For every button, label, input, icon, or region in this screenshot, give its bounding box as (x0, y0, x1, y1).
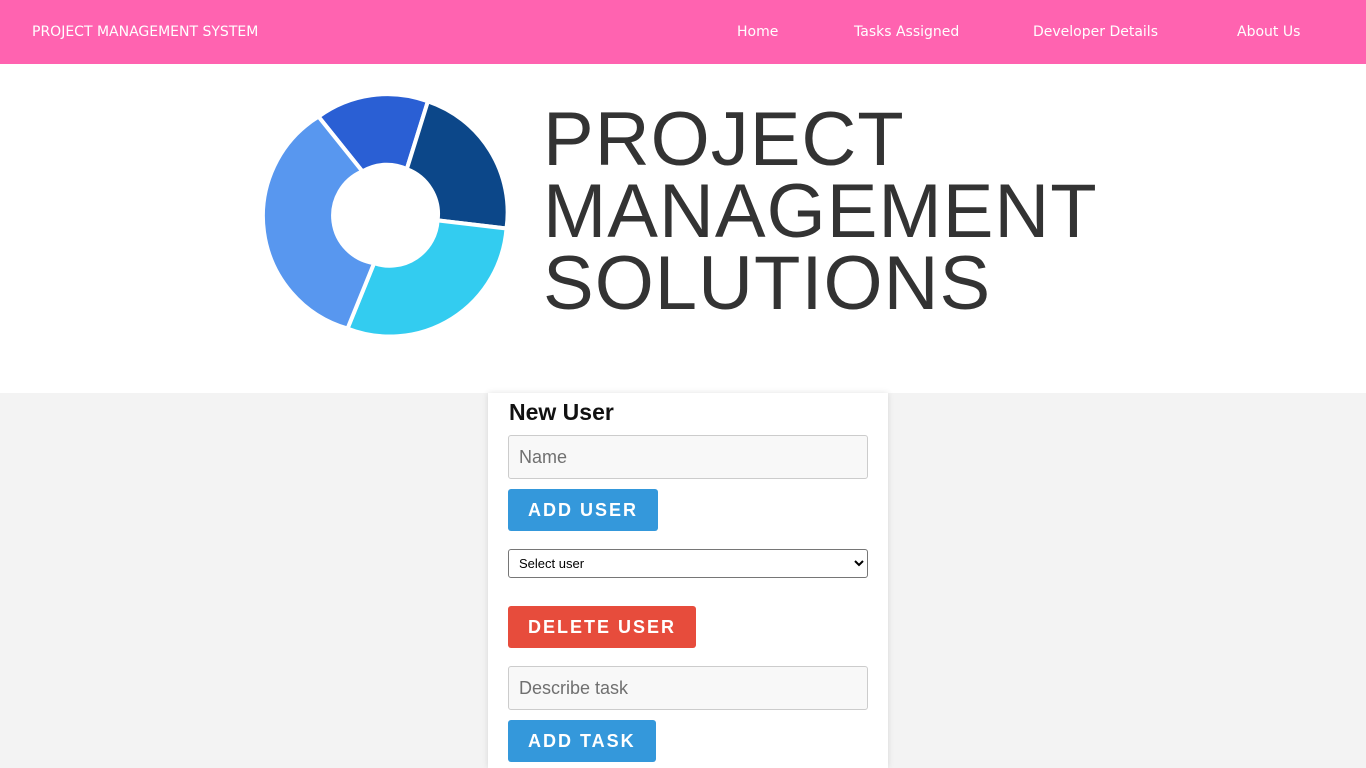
task-description-input[interactable] (508, 666, 868, 710)
top-navbar: PROJECT MANAGEMENT SYSTEM Home Tasks Ass… (0, 0, 1366, 64)
logo-segment-right (404, 98, 510, 231)
logo-segment-bottom (344, 218, 509, 338)
nav-link-about-us[interactable]: About Us (1237, 24, 1300, 40)
add-task-button[interactable]: ADD TASK (508, 720, 656, 762)
donut-chart-logo-icon (262, 92, 510, 338)
nav-link-tasks-assigned[interactable]: Tasks Assigned (854, 24, 959, 40)
new-user-panel: New User ADD USER Select user DELETE USE… (488, 393, 888, 768)
logo-line-solutions: SOLUTIONS (543, 241, 992, 326)
logo-line-project: PROJECT (543, 97, 905, 182)
logo-wordmark: PROJECT MANAGEMENT SOLUTIONS (543, 97, 1098, 326)
panel-title: New User (509, 399, 614, 425)
banner: PROJECT MANAGEMENT SOLUTIONS (0, 64, 1366, 393)
nav-link-home[interactable]: Home (737, 24, 778, 40)
nav-link-developer-details[interactable]: Developer Details (1033, 24, 1158, 40)
user-select[interactable]: Select user (508, 549, 868, 578)
name-input[interactable] (508, 435, 868, 479)
logo-line-management: MANAGEMENT (543, 169, 1098, 254)
navbar-brand[interactable]: PROJECT MANAGEMENT SYSTEM (32, 24, 258, 40)
delete-user-button[interactable]: DELETE USER (508, 606, 697, 648)
add-user-button[interactable]: ADD USER (508, 489, 659, 531)
